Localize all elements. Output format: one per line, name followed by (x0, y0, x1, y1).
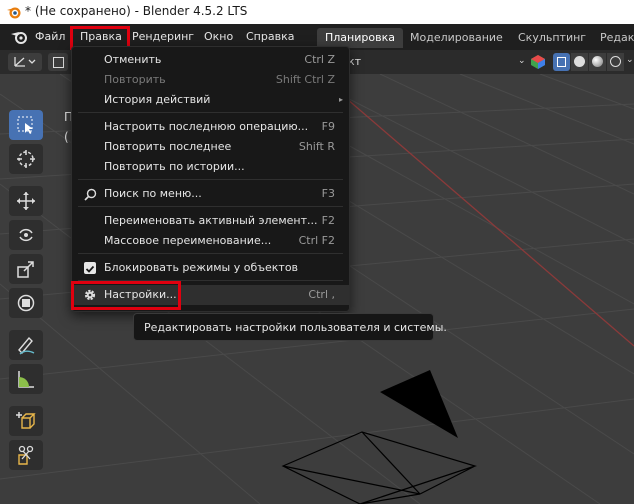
chevron-down-icon[interactable]: ⌄ (518, 56, 526, 66)
select-box-icon (53, 57, 64, 68)
menu-window[interactable]: Окно (204, 29, 233, 45)
tab-modeling[interactable]: Моделирование (402, 28, 511, 48)
select-box-icon (17, 116, 33, 134)
tool-rotate[interactable] (9, 220, 43, 250)
window-title: * (Не сохранено) - Blender 4.5.2 LTS (25, 4, 248, 18)
material-sphere-icon (592, 56, 603, 67)
editor-type-button[interactable] (8, 53, 42, 71)
tool-measure[interactable] (9, 364, 43, 394)
menu-item-batch-rename[interactable]: Массовое переименование... Ctrl F2 (72, 231, 349, 251)
tool-extrude[interactable] (9, 440, 43, 470)
x-axis-line (317, 74, 634, 347)
submenu-arrow-icon: ▸ (338, 95, 343, 104)
menu-item-undo-history[interactable]: История действий ▸ (72, 90, 349, 110)
menu-render[interactable]: Рендеринг (132, 29, 194, 45)
scale-icon (17, 261, 34, 278)
title-bar: * (Не сохранено) - Blender 4.5.2 LTS (0, 0, 634, 24)
solid-sphere-icon (574, 56, 585, 67)
solid-shading-button[interactable] (571, 53, 588, 71)
tool-transform[interactable] (9, 288, 43, 318)
rotate-icon (19, 228, 33, 242)
axes-icon (14, 57, 36, 67)
menu-item-repeat-history[interactable]: Повторить по истории... (72, 157, 349, 177)
rendered-shading-button[interactable] (607, 53, 624, 71)
preferences-highlight-box (71, 281, 181, 310)
menu-separator (78, 253, 343, 254)
menu-item-adjust-last-operation[interactable]: Настроить последнюю операцию... F9 (72, 117, 349, 137)
menu-help[interactable]: Справка (246, 29, 294, 45)
tool-add-cube[interactable] (9, 406, 43, 436)
extrude-icon (18, 445, 34, 465)
edit-menu-popup: Отменить Ctrl Z Повторить Shift Ctrl Z Ист… (71, 46, 350, 312)
add-cube-icon (16, 412, 36, 429)
transform-icon (17, 294, 35, 312)
menu-separator (78, 112, 343, 113)
annotate-pen-icon (18, 336, 35, 355)
wireframe-shading-button[interactable] (553, 53, 570, 71)
blender-logo-icon (7, 7, 21, 19)
menu-item-lock-object-modes[interactable]: Блокировать режимы у объектов (72, 258, 349, 278)
menu-file[interactable]: Файл (35, 29, 65, 45)
measure-ruler-icon (18, 371, 34, 388)
tab-sculpting[interactable]: Скульптинг (510, 28, 594, 48)
tool-cursor[interactable] (9, 144, 43, 174)
menu-item-menu-search[interactable]: Поиск по меню... F3 (72, 184, 349, 204)
tool-move[interactable] (9, 186, 43, 216)
menu-item-repeat-last[interactable]: Повторить последнее Shift R (72, 137, 349, 157)
menu-separator (78, 179, 343, 180)
tool-scale[interactable] (9, 254, 43, 284)
menu-item-rename-active[interactable]: Переименовать активный элемент... F2 (72, 211, 349, 231)
camera-triangle (380, 370, 458, 438)
tab-edit[interactable]: Редакт (592, 28, 634, 48)
menu-item-undo[interactable]: Отменить Ctrl Z (72, 50, 349, 70)
tool-select-box[interactable] (9, 110, 43, 140)
menu-item-redo: Повторить Shift Ctrl Z (104, 73, 335, 86)
material-shading-button[interactable] (589, 53, 606, 71)
rendered-sphere-icon (610, 56, 621, 67)
menu-separator (78, 206, 343, 207)
camera-frustum (281, 431, 477, 504)
wireframe-icon (557, 57, 566, 67)
viewport-overlay-text-2: ( (64, 130, 69, 144)
cursor-icon (17, 150, 35, 168)
preferences-tooltip: Редактировать настройки пользователя и с… (133, 313, 447, 341)
checkmark-icon (85, 265, 95, 273)
tab-layout[interactable]: Планировка (317, 28, 403, 48)
chevron-down-icon[interactable]: ⌄ (626, 55, 634, 65)
tool-annotate[interactable] (9, 330, 43, 360)
move-icon (17, 192, 35, 210)
search-icon (84, 188, 97, 201)
mode-select-button[interactable] (48, 53, 68, 71)
checkbox-checked[interactable] (84, 262, 96, 274)
shading-color-icon[interactable] (530, 54, 546, 70)
blender-menu-icon[interactable] (10, 29, 28, 45)
